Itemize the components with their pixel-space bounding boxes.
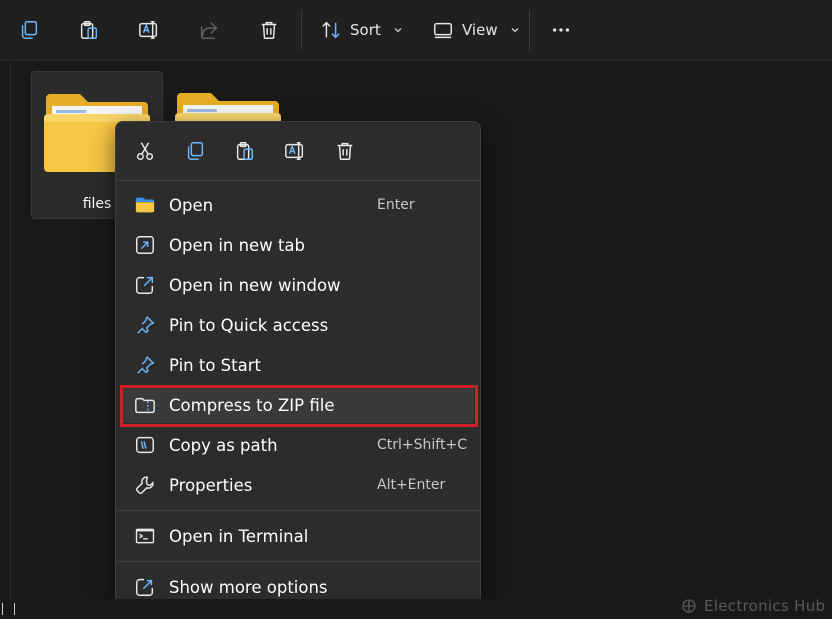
context-menu: Open Enter Open in new tab Open in new w… — [115, 121, 481, 612]
share-icon — [200, 22, 218, 39]
toolbar-separator — [301, 10, 302, 50]
copy-path-icon — [134, 434, 156, 456]
wrench-icon — [134, 474, 156, 496]
more-icon — [552, 28, 570, 32]
cut-button[interactable] — [130, 136, 160, 166]
copy-button[interactable] — [14, 12, 44, 48]
menu-item-label: Copy as path — [169, 435, 278, 455]
view-icon — [434, 22, 452, 39]
paste-button[interactable] — [230, 136, 260, 166]
command-bar: Sort View — [0, 0, 832, 61]
more-options-button[interactable] — [546, 12, 576, 48]
delete-button[interactable] — [254, 12, 284, 48]
sort-icon — [322, 21, 340, 39]
menu-item-label: Properties — [169, 475, 253, 495]
status-bar-divider — [2, 603, 3, 615]
pin-icon — [134, 314, 156, 336]
trash-icon — [261, 21, 277, 39]
context-menu-quick-actions — [116, 122, 480, 180]
menu-item-label: Open — [169, 195, 214, 215]
menu-item-label: Pin to Start — [169, 355, 261, 375]
menu-item-shortcut: Alt+Enter — [377, 477, 446, 493]
sort-button[interactable]: Sort — [314, 12, 409, 48]
menu-item-pin-to-start[interactable]: Pin to Start — [122, 347, 474, 383]
menu-item-shortcut: Enter — [377, 197, 415, 213]
sort-label: Sort — [350, 21, 381, 39]
menu-item-copy-as-path[interactable]: Copy as path Ctrl+Shift+C — [122, 427, 474, 463]
menu-item-pin-to-quick-access[interactable]: Pin to Quick access — [122, 307, 474, 343]
rename-button[interactable] — [134, 12, 164, 48]
menu-item-label: Show more options — [169, 577, 328, 597]
menu-item-label: Open in new window — [169, 275, 341, 295]
copy-icon — [187, 142, 204, 160]
menu-item-compress-to-zip[interactable]: Compress to ZIP file — [122, 387, 474, 423]
logo-icon — [682, 599, 696, 613]
chevron-down-icon — [394, 28, 402, 33]
share-button[interactable] — [194, 12, 224, 48]
rename-icon — [139, 21, 158, 39]
folder-icon — [134, 194, 156, 216]
copy-button[interactable] — [180, 136, 210, 166]
menu-item-label: Open in new tab — [169, 235, 306, 255]
view-label: View — [462, 21, 498, 39]
menu-item-open-in-new-tab[interactable]: Open in new tab — [122, 227, 474, 263]
menu-separator — [116, 510, 480, 511]
terminal-icon — [134, 525, 156, 547]
watermark: Electronics Hub — [680, 596, 825, 616]
new-window-icon — [134, 274, 156, 296]
menu-item-label: Compress to ZIP file — [169, 395, 335, 415]
status-bar-divider — [14, 603, 15, 615]
copy-icon — [21, 21, 38, 39]
menu-item-label: Pin to Quick access — [169, 315, 329, 335]
view-button[interactable]: View — [426, 12, 526, 48]
menu-item-label: Open in Terminal — [169, 526, 309, 546]
toolbar-separator — [529, 10, 530, 50]
rename-icon — [285, 142, 304, 160]
menu-separator — [116, 561, 480, 562]
scissors-icon — [136, 142, 154, 160]
chevron-down-icon — [511, 28, 519, 33]
pin-icon — [134, 354, 156, 376]
clipboard-icon — [80, 21, 98, 39]
menu-item-open-in-terminal[interactable]: Open in Terminal — [122, 518, 474, 554]
zip-folder-icon — [134, 394, 156, 416]
new-tab-icon — [134, 234, 156, 256]
menu-item-open-in-new-window[interactable]: Open in new window — [122, 267, 474, 303]
paste-button[interactable] — [74, 12, 104, 48]
menu-separator — [116, 180, 480, 181]
menu-item-open[interactable]: Open Enter — [122, 187, 474, 223]
clipboard-icon — [236, 142, 254, 160]
menu-item-shortcut: Ctrl+Shift+C — [377, 437, 467, 453]
share-icon — [134, 576, 156, 598]
trash-icon — [337, 142, 353, 160]
delete-button[interactable] — [330, 136, 360, 166]
rename-button[interactable] — [280, 136, 310, 166]
menu-item-properties[interactable]: Properties Alt+Enter — [122, 467, 474, 503]
watermark-text: Electronics Hub — [704, 597, 826, 615]
